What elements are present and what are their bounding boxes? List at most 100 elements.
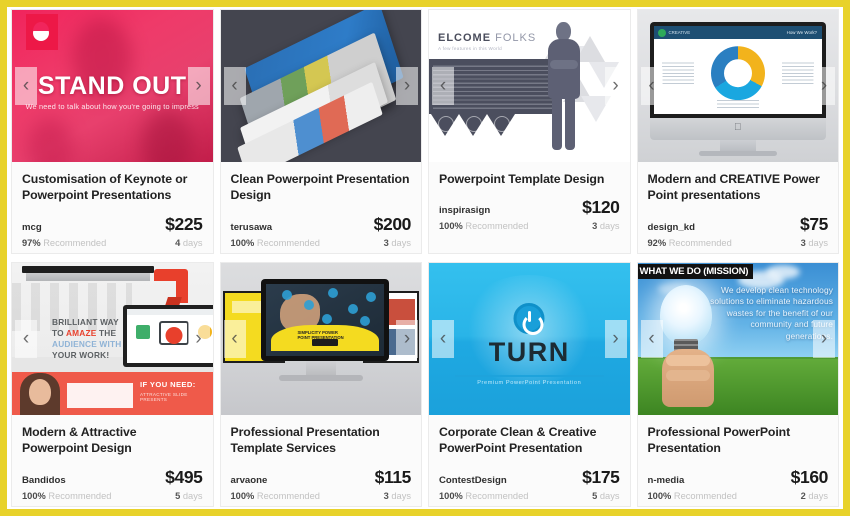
- delivery-stat: 5 days: [592, 490, 620, 501]
- card-stats-row: 92% Recommended 3 days: [648, 238, 829, 248]
- card-title[interactable]: Modern and CREATIVE Power Point presenta…: [648, 171, 829, 204]
- thumb-headline: ELCOME FOLKS: [438, 32, 537, 44]
- carousel-next-icon[interactable]: ›: [813, 320, 835, 358]
- carousel-prev-icon[interactable]: ‹: [640, 67, 663, 105]
- service-card[interactable]: CREATIVE How We Work?  ‹ › Modern and C…: [636, 9, 839, 254]
- hand-icon: [661, 349, 714, 407]
- carousel-next-icon[interactable]: ›: [813, 67, 835, 105]
- seller-name[interactable]: terusawa: [231, 222, 273, 233]
- card-meta: Clean Powerpoint Presentation Design ter…: [221, 162, 422, 253]
- service-card[interactable]: WHAT WE DO (MISSION) We develop clean te…: [636, 262, 839, 507]
- carousel-next-icon[interactable]: ›: [187, 67, 210, 105]
- card-price: $200: [373, 213, 412, 234]
- card-thumbnail[interactable]: WHAT WE DO (MISSION) We develop clean te…: [637, 263, 838, 415]
- recommended-stat: 92% Recommended: [647, 237, 732, 248]
- carousel-next-icon[interactable]: ›: [396, 320, 418, 358]
- card-price: $495: [165, 466, 203, 487]
- thumbnail-art-turn: TURN Premium PowerPoint Presentation: [429, 263, 630, 415]
- service-card[interactable]: TURN Premium PowerPoint Presentation ‹ ›…: [428, 262, 631, 507]
- card-seller-row: terusawa $200: [231, 214, 412, 235]
- carousel-next-icon[interactable]: ›: [187, 320, 210, 358]
- card-meta: Powerpoint Template Design inspirasign $…: [429, 162, 630, 253]
- card-thumbnail[interactable]: ‹ ›: [220, 10, 421, 162]
- lightbulb-icon: [659, 285, 712, 345]
- card-seller-row: arvaone $115: [231, 467, 412, 488]
- card-seller-row: mcg $225: [22, 214, 203, 235]
- carousel-next-icon[interactable]: ›: [396, 67, 418, 105]
- apple-logo-icon: : [734, 122, 742, 133]
- recommended-stat: 100% Recommended: [230, 490, 320, 501]
- card-stats-row: 100% Recommended 3 days: [231, 491, 412, 501]
- service-card[interactable]: ELCOME FOLKS A few features in this Worl…: [428, 9, 631, 254]
- card-thumbnail[interactable]: TURN Premium PowerPoint Presentation ‹ ›: [429, 263, 630, 415]
- card-thumbnail[interactable]: STAND OUT We need to talk about how you'…: [12, 10, 213, 162]
- delivery-stat: 3 days: [592, 221, 620, 232]
- card-title[interactable]: Clean Powerpoint Presentation Design: [231, 171, 412, 204]
- seller-name[interactable]: arvaone: [231, 475, 268, 486]
- card-meta: Professional Presentation Template Servi…: [221, 415, 422, 506]
- card-title[interactable]: Professional Presentation Template Servi…: [231, 424, 412, 457]
- card-price: $120: [582, 197, 620, 218]
- recommended-stat: 100% Recommended: [439, 490, 529, 501]
- carousel-prev-icon[interactable]: ‹: [15, 320, 37, 358]
- thumb-subline: A few features in this World: [438, 46, 502, 51]
- card-meta: Modern & Attractive Powerpoint Design Ba…: [12, 415, 213, 506]
- card-meta: Customisation of Keynote or Powerpoint P…: [12, 162, 213, 253]
- card-seller-row: inspirasign $120: [439, 197, 620, 218]
- carousel-prev-icon[interactable]: ‹: [432, 67, 454, 105]
- thumb-nav-right: How We Work?: [786, 29, 817, 35]
- card-stats-row: 100% Recommended 3 days: [439, 221, 620, 231]
- thumb-subline: Premium PowerPoint Presentation: [477, 380, 582, 386]
- card-thumbnail[interactable]: ELCOME FOLKS A few features in this Worl…: [429, 10, 630, 162]
- carousel-next-icon[interactable]: ›: [604, 320, 627, 358]
- seller-name[interactable]: n-media: [648, 475, 685, 486]
- service-card[interactable]: BRILLIANT WAY TO AMAZE THE AUDIENCE WITH…: [11, 262, 214, 507]
- delivery-stat: 3 days: [383, 490, 411, 501]
- thumb-header: WHAT WE DO (MISSION): [637, 264, 754, 279]
- carousel-prev-icon[interactable]: ‹: [640, 320, 663, 358]
- card-stats-row: 97% Recommended 4 days: [22, 238, 203, 248]
- card-thumbnail[interactable]: CREATIVE How We Work?  ‹ ›: [637, 10, 838, 162]
- pie-chart-icon: [710, 46, 765, 101]
- card-title[interactable]: Customisation of Keynote or Powerpoint P…: [22, 171, 203, 204]
- card-stats-row: 100% Recommended 5 days: [439, 491, 620, 501]
- delivery-stat: 3 days: [800, 237, 828, 248]
- card-meta: Professional PowerPoint Presentation n-m…: [638, 415, 839, 506]
- seller-name[interactable]: mcg: [22, 222, 42, 233]
- card-title[interactable]: Professional PowerPoint Presentation: [648, 424, 829, 457]
- thumb-headline: STAND OUT: [38, 72, 187, 100]
- card-thumbnail[interactable]: BRILLIANT WAY TO AMAZE THE AUDIENCE WITH…: [12, 263, 213, 415]
- thumb-subline: We need to talk about how you're going t…: [25, 102, 199, 111]
- recommended-stat: 100% Recommended: [439, 221, 529, 232]
- seller-name[interactable]: inspirasign: [439, 205, 490, 216]
- service-card[interactable]: ‹ › Clean Powerpoint Presentation Design…: [219, 9, 422, 254]
- thumb-nav-brand: CREATIVE: [668, 29, 691, 35]
- service-card[interactable]: SIMPLICITY POWER POINT PRESENTATION ‹ › …: [219, 262, 422, 507]
- card-title[interactable]: Modern & Attractive Powerpoint Design: [22, 424, 203, 457]
- carousel-prev-icon[interactable]: ‹: [15, 67, 37, 105]
- thumbnail-art-brilliant-way: BRILLIANT WAY TO AMAZE THE AUDIENCE WITH…: [12, 263, 213, 415]
- card-price: $75: [800, 213, 828, 234]
- carousel-prev-icon[interactable]: ‹: [223, 67, 246, 105]
- thumb-banner-sub: ATTRACTIVE SLIDE PRESENTS: [140, 392, 188, 402]
- card-meta: Modern and CREATIVE Power Point presenta…: [638, 162, 839, 253]
- recommended-stat: 100% Recommended: [22, 490, 112, 501]
- gallery-page: STAND OUT We need to talk about how you'…: [0, 0, 850, 516]
- card-title[interactable]: Corporate Clean & Creative PowerPoint Pr…: [439, 424, 620, 457]
- card-thumbnail[interactable]: SIMPLICITY POWER POINT PRESENTATION ‹ ›: [220, 263, 421, 415]
- carousel-next-icon[interactable]: ›: [604, 67, 627, 105]
- delivery-stat: 5 days: [175, 490, 203, 501]
- seller-name[interactable]: design_kd: [648, 222, 695, 233]
- thumb-banner: IF YOU NEED:: [140, 380, 196, 389]
- card-title[interactable]: Powerpoint Template Design: [439, 171, 620, 187]
- carousel-prev-icon[interactable]: ‹: [432, 320, 454, 358]
- service-card[interactable]: STAND OUT We need to talk about how you'…: [11, 9, 214, 254]
- card-stats-row: 100% Recommended 2 days: [648, 491, 829, 501]
- card-price: $225: [165, 213, 203, 234]
- carousel-prev-icon[interactable]: ‹: [223, 320, 246, 358]
- delivery-stat: 4 days: [175, 237, 203, 248]
- card-seller-row: Bandidos $495: [22, 467, 203, 488]
- seller-name[interactable]: ContestDesign: [439, 475, 507, 486]
- seller-name[interactable]: Bandidos: [22, 475, 66, 486]
- person-silhouette-icon: [547, 22, 581, 150]
